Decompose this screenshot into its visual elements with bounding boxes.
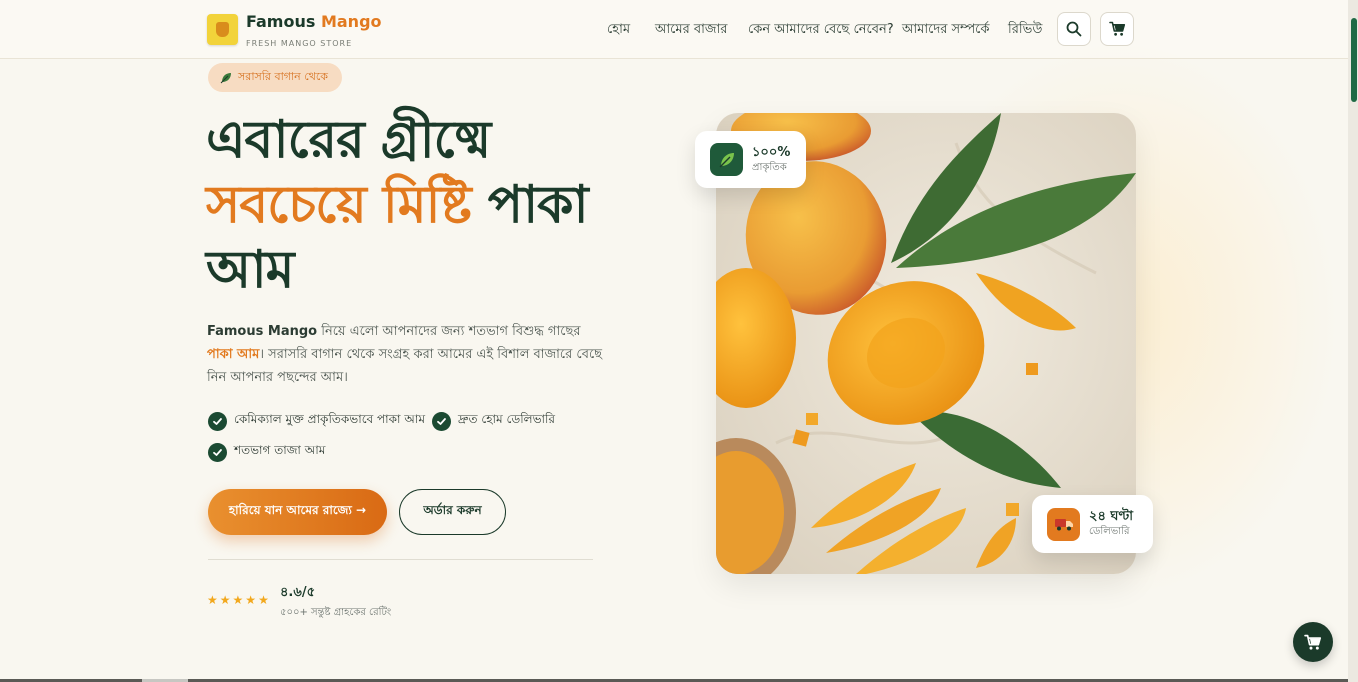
- leaf-icon: [710, 143, 743, 176]
- truck-icon: [1047, 507, 1080, 541]
- brand-name-main: Famous: [246, 12, 316, 31]
- hero-badge-label: সরাসরি বাগান থেকে: [238, 70, 328, 83]
- hero-title-line2: সবচেয়ে মিষ্টি পাকা: [206, 175, 589, 235]
- hero-title-line2-end: পাকা: [487, 175, 589, 235]
- search-icon: [1066, 21, 1082, 37]
- rating-stars: ★ ★ ★ ★ ★: [207, 594, 269, 606]
- feature-label: কেমিক্যাল মুক্ত প্রাকৃতিকভাবে পাকা আম: [234, 412, 425, 426]
- nav-item-mango-market[interactable]: আমের বাজার: [655, 20, 727, 41]
- brand-name[interactable]: Famous Mango: [246, 12, 382, 31]
- leaf-icon: [220, 72, 231, 83]
- hero-title-line1: এবারের গ্রীষ্মে: [206, 110, 491, 170]
- page-scrollbar[interactable]: [1348, 0, 1358, 682]
- hero-title-highlight: সবচেয়ে মিষ্টি: [206, 175, 472, 235]
- check-icon: [208, 442, 227, 462]
- star-icon: ★: [219, 593, 231, 607]
- rating-subtitle: ৫০০+ সন্তুষ্ট গ্রাহকের রেটিং: [280, 607, 392, 618]
- cart-icon: [1108, 21, 1125, 36]
- delivery-card: ২৪ ঘণ্টা ডেলিভারি: [1032, 495, 1153, 553]
- star-icon: ★: [245, 593, 257, 607]
- hero-badge: সরাসরি বাগান থেকে: [208, 63, 342, 92]
- nav-item-about[interactable]: আমাদের সম্পর্কে: [902, 20, 989, 41]
- rating-value: ৪.৬/৫: [280, 585, 316, 600]
- hero-title-line3: আম: [206, 240, 295, 300]
- nav-item-reviews[interactable]: রিভিউ: [1008, 20, 1042, 41]
- hero-description: Famous Mango নিয়ে এলো আপনাদের জন্য শতভা…: [207, 320, 607, 389]
- natural-card-subtitle: প্রাকৃতিক: [752, 161, 787, 173]
- delivery-card-title: ২৪ ঘণ্টা: [1089, 509, 1133, 524]
- natural-card-title: ১০০%: [752, 144, 791, 160]
- natural-card: ১০০% প্রাকৃতিক: [695, 131, 806, 188]
- delivery-card-subtitle: ডেলিভারি: [1089, 526, 1130, 537]
- order-button[interactable]: অর্ডার করুন: [399, 489, 506, 535]
- search-button[interactable]: [1057, 12, 1091, 46]
- star-icon: ★: [232, 593, 244, 607]
- description-text-1: নিয়ে এলো আপনাদের জন্য শতভাগ বিশুদ্ধ গাছ…: [317, 324, 581, 339]
- description-highlight: পাকা আম: [207, 347, 260, 362]
- divider: [208, 559, 593, 560]
- feature-label: দ্রুত হোম ডেলিভারি: [458, 412, 556, 426]
- nav-item-why-us[interactable]: কেন আমাদের বেছে নেবেন?: [748, 20, 894, 41]
- floating-cart-button[interactable]: [1293, 622, 1333, 662]
- feature-item-fresh: শতভাগ তাজা আম: [208, 442, 325, 462]
- feature-item-chemical-free: কেমিক্যাল মুক্ত প্রাকৃতিকভাবে পাকা আম: [208, 411, 425, 431]
- star-icon: ★: [207, 593, 218, 607]
- check-icon: [432, 411, 451, 431]
- description-text-2: । সরাসরি বাগান থেকে সংগ্রহ করা আমের এই ব…: [207, 347, 603, 385]
- scrollbar-thumb[interactable]: [1351, 18, 1357, 102]
- feature-label: শতভাগ তাজা আম: [234, 443, 326, 457]
- nav-item-home[interactable]: হোম: [607, 20, 630, 41]
- feature-item-fast-delivery: দ্রুত হোম ডেলিভারি: [432, 411, 555, 431]
- brand-name-accent: Mango: [320, 12, 382, 31]
- explore-mango-button[interactable]: হারিয়ে যান আমের রাজ্যে →: [208, 489, 387, 535]
- star-icon: ★: [258, 593, 269, 607]
- logo[interactable]: [207, 14, 238, 45]
- description-brand: Famous Mango: [207, 324, 318, 339]
- cart-icon: [1304, 634, 1322, 650]
- check-icon: [208, 411, 227, 431]
- brand-subtitle: FRESH MANGO STORE: [246, 39, 353, 48]
